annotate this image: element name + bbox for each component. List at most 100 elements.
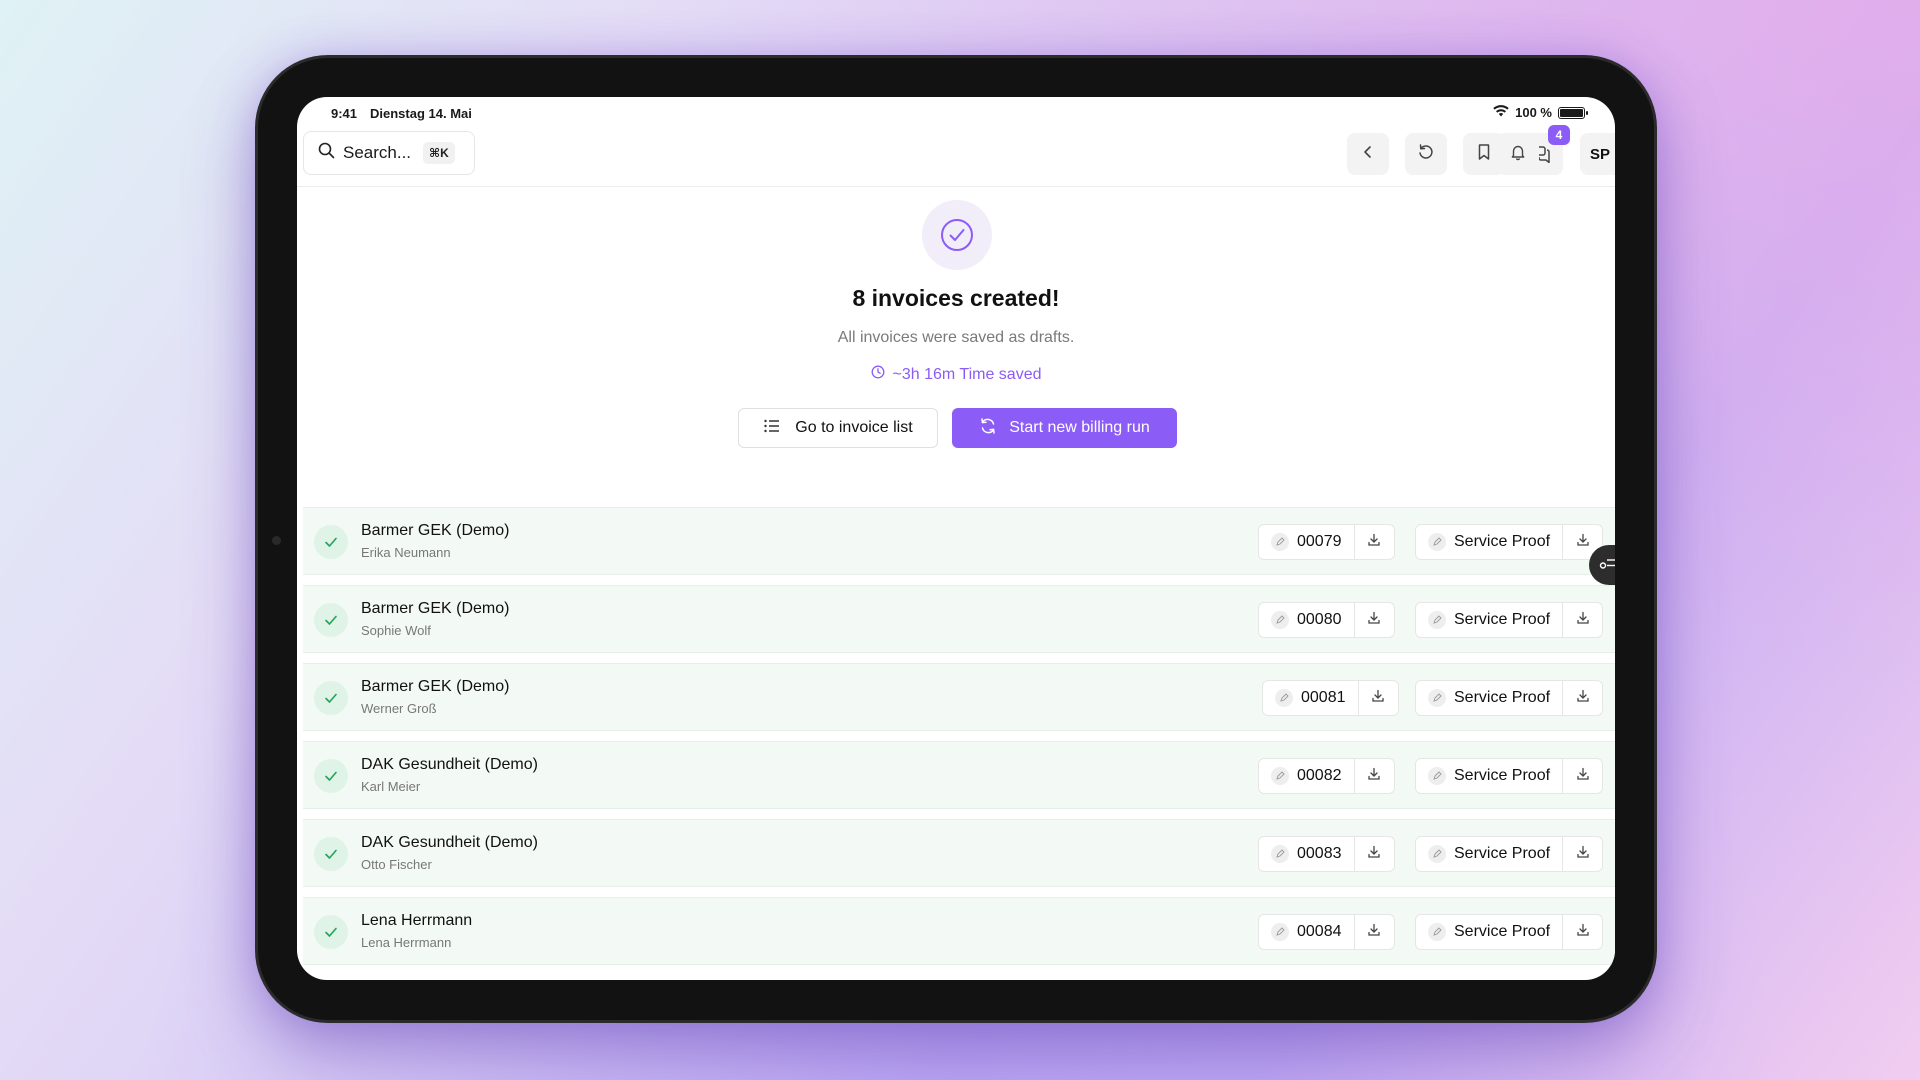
check-icon [314, 681, 348, 715]
table-row[interactable]: DAK Gesundheit (Demo) Karl Meier 00082 S… [303, 741, 1615, 809]
service-proof-label: Service Proof [1454, 689, 1551, 706]
table-row[interactable]: Barmer GEK (Demo) Sophie Wolf 00080 Serv… [303, 585, 1615, 653]
patient-name: Erika Neumann [361, 545, 451, 560]
avatar[interactable]: SP [1580, 133, 1615, 175]
invoice-number: 00083 [1297, 845, 1342, 862]
check-icon [314, 837, 348, 871]
download-icon [1367, 845, 1381, 864]
camera-dot [272, 536, 281, 545]
insurer-name: Barmer GEK (Demo) [361, 678, 510, 695]
service-proof-pill: Service Proof [1415, 758, 1604, 794]
invoice-pill: 00079 [1258, 524, 1395, 560]
invoice-pill: 00082 [1258, 758, 1395, 794]
edit-icon [1271, 767, 1289, 785]
service-proof-label: Service Proof [1454, 845, 1551, 862]
invoice-pill: 00081 [1262, 680, 1399, 716]
notification-badge: 4 [1548, 125, 1570, 145]
invoice-number-button[interactable]: 00084 [1259, 915, 1354, 949]
notification-avatar-bar [297, 129, 1615, 187]
service-proof-button[interactable]: Service Proof [1416, 915, 1562, 949]
download-proof-button[interactable] [1562, 603, 1602, 637]
check-icon [314, 525, 348, 559]
insurer-name: Lena Herrmann [361, 912, 473, 929]
edit-icon [1271, 533, 1289, 551]
table-row[interactable]: Barmer GEK (Demo) Werner Groß 00081 Serv… [303, 663, 1615, 731]
invoice-number-button[interactable]: 00083 [1259, 837, 1354, 871]
insurer-name: Barmer GEK (Demo) [361, 522, 510, 539]
status-right: 100 % [1493, 105, 1588, 120]
table-row[interactable]: Lena Herrmann Lena Herrmann 00084 Servic… [303, 897, 1615, 965]
go-to-invoice-list-label: Go to invoice list [795, 419, 913, 436]
patient-name: Werner Groß [361, 701, 437, 716]
service-proof-button[interactable]: Service Proof [1416, 603, 1562, 637]
download-invoice-button[interactable] [1353, 525, 1394, 559]
list-icon [763, 418, 781, 439]
bell-icon [1509, 143, 1527, 166]
download-icon [1576, 767, 1590, 786]
status-bar: 9:41 Dienstag 14. Mai 100 % [297, 97, 1615, 129]
status-time: 9:41 [331, 106, 358, 121]
notifications-button[interactable] [1497, 133, 1539, 175]
invoice-number: 00081 [1301, 689, 1346, 706]
settings-toggle-icon [1599, 556, 1615, 575]
download-icon [1371, 689, 1385, 708]
patient-name: Lena Herrmann [361, 935, 452, 950]
refresh-icon [979, 417, 997, 440]
download-icon [1576, 533, 1590, 552]
service-proof-button[interactable]: Service Proof [1416, 837, 1562, 871]
download-icon [1576, 611, 1590, 630]
invoice-number-button[interactable]: 00079 [1259, 525, 1354, 559]
service-proof-button[interactable]: Service Proof [1416, 681, 1562, 715]
invoice-number: 00084 [1297, 923, 1342, 940]
table-row[interactable]: DAK Gesundheit (Demo) Otto Fischer 00083… [303, 819, 1615, 887]
download-invoice-button[interactable] [1353, 837, 1394, 871]
download-invoice-button[interactable] [1353, 603, 1394, 637]
download-invoice-button[interactable] [1353, 759, 1394, 793]
clock-icon [871, 365, 885, 384]
service-proof-label: Service Proof [1454, 767, 1551, 784]
invoice-number: 00079 [1297, 533, 1342, 550]
insurer-name: DAK Gesundheit (Demo) [361, 834, 538, 851]
invoice-pill: 00084 [1258, 914, 1395, 950]
download-icon [1576, 845, 1590, 864]
edit-icon [1271, 923, 1289, 941]
download-proof-button[interactable] [1562, 837, 1602, 871]
invoice-pill: 00083 [1258, 836, 1395, 872]
download-icon [1576, 689, 1590, 708]
check-icon [314, 603, 348, 637]
time-saved-label: ~3h 16m Time saved [892, 365, 1042, 383]
download-icon [1367, 923, 1381, 942]
wifi-icon [1493, 105, 1509, 120]
edit-icon [1428, 689, 1446, 707]
service-proof-button[interactable]: Service Proof [1416, 525, 1562, 559]
battery-icon [1558, 106, 1588, 119]
download-proof-button[interactable] [1562, 915, 1602, 949]
status-date: Dienstag 14. Mai [370, 106, 472, 121]
patient-name: Sophie Wolf [361, 623, 431, 638]
start-new-billing-run-label: Start new billing run [1009, 419, 1150, 436]
go-to-invoice-list-button[interactable]: Go to invoice list [738, 408, 938, 448]
invoice-number: 00080 [1297, 611, 1342, 628]
edit-icon [1428, 533, 1446, 551]
download-proof-button[interactable] [1562, 681, 1602, 715]
service-proof-pill: Service Proof [1415, 914, 1604, 950]
download-proof-button[interactable] [1562, 759, 1602, 793]
invoice-number-button[interactable]: 00080 [1259, 603, 1354, 637]
download-invoice-button[interactable] [1353, 915, 1394, 949]
download-invoice-button[interactable] [1357, 681, 1398, 715]
service-proof-button[interactable]: Service Proof [1416, 759, 1562, 793]
service-proof-label: Service Proof [1454, 533, 1551, 550]
patient-name: Otto Fischer [361, 857, 432, 872]
success-check-icon [922, 200, 992, 270]
invoice-number-button[interactable]: 00081 [1263, 681, 1358, 715]
start-new-billing-run-button[interactable]: Start new billing run [952, 408, 1177, 448]
service-proof-pill: Service Proof [1415, 524, 1604, 560]
side-panel-toggle[interactable] [1589, 545, 1615, 585]
service-proof-label: Service Proof [1454, 611, 1551, 628]
invoice-number-button[interactable]: 00082 [1259, 759, 1354, 793]
edit-icon [1271, 845, 1289, 863]
service-proof-pill: Service Proof [1415, 602, 1604, 638]
service-proof-pill: Service Proof [1415, 836, 1604, 872]
table-row[interactable]: Barmer GEK (Demo) Erika Neumann 00079 Se… [303, 507, 1615, 575]
download-icon [1576, 923, 1590, 942]
